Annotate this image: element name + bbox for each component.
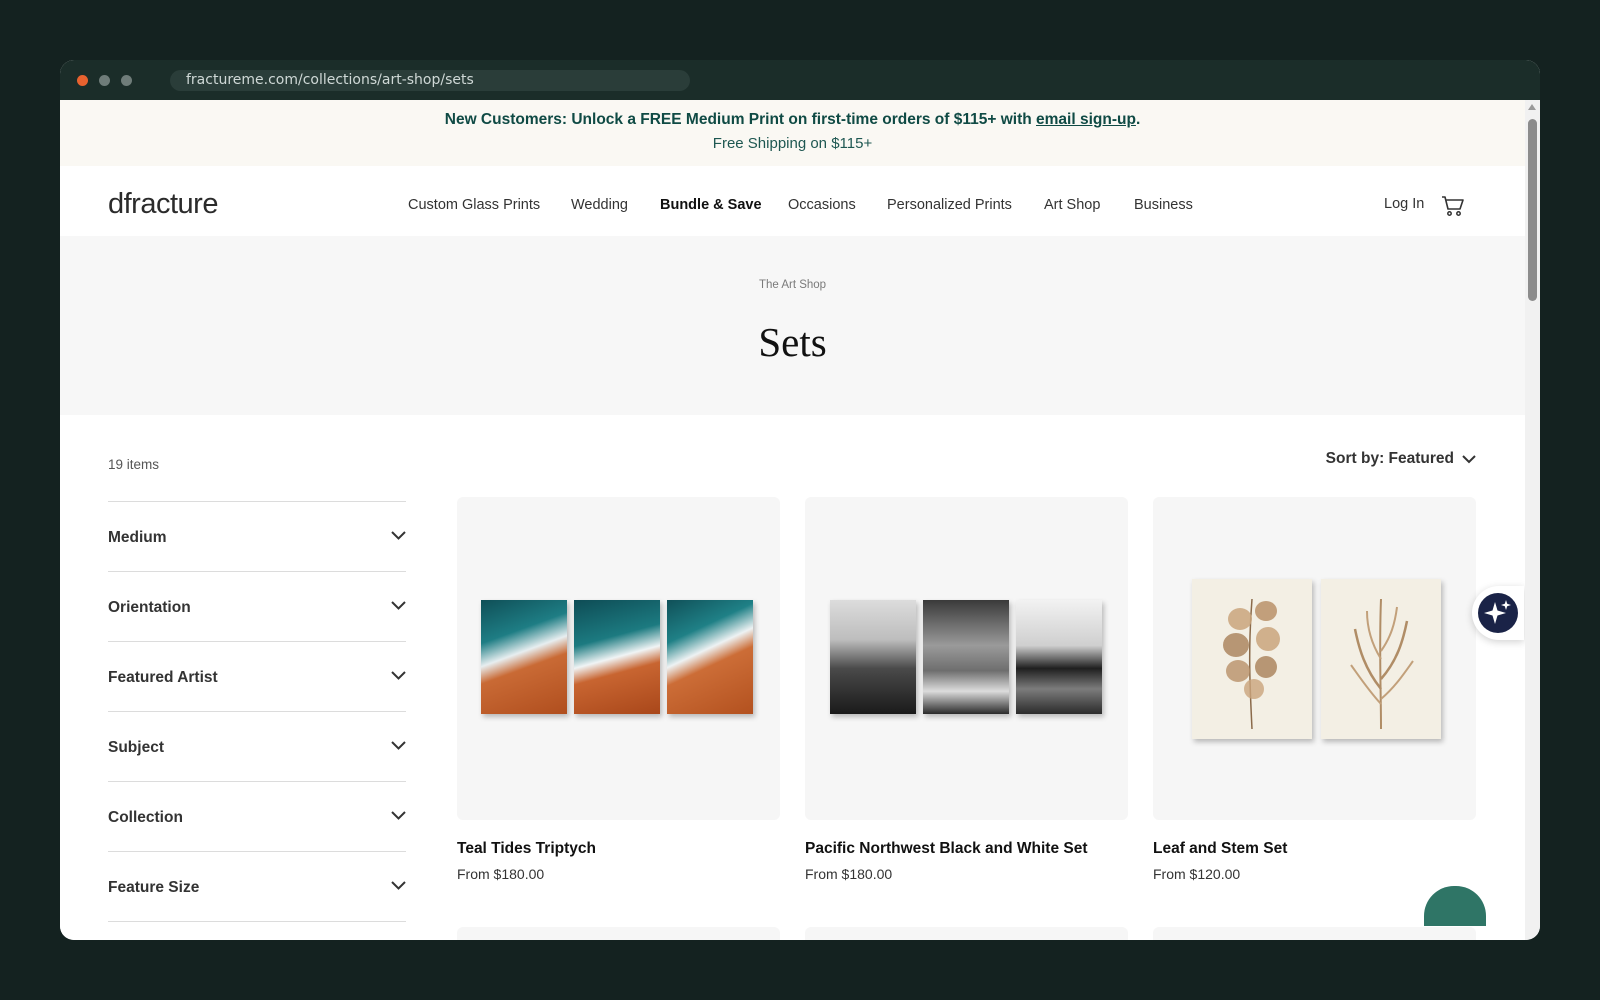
print-panel (1321, 579, 1441, 739)
sort-label: Sort by: Featured (1325, 450, 1454, 467)
minimize-window-button[interactable] (99, 75, 110, 86)
promo-banner: New Customers: Unlock a FREE Medium Prin… (60, 100, 1525, 166)
chevron-down-icon (1462, 454, 1476, 463)
chevron-down-icon (391, 531, 406, 540)
free-shipping-message: Free Shipping on $115+ (712, 135, 873, 152)
print-panel (481, 600, 567, 714)
print-panel (923, 600, 1009, 714)
filter-orientation[interactable]: Orientation (108, 571, 406, 641)
product-card[interactable]: Teal Tides Triptych From $180.00 (457, 497, 780, 882)
print-panel (574, 600, 660, 714)
scrollbar-thumb[interactable] (1528, 119, 1537, 301)
print-panel (1016, 600, 1102, 714)
stem-illustration (1350, 598, 1414, 730)
collection-content: 19 items Sort by: Featured Medium Orient… (60, 415, 1525, 940)
sparkle-icon (1484, 600, 1511, 624)
product-card[interactable]: Leaf and Stem Set From $120.00 (1153, 497, 1476, 882)
main-nav: dfracture Custom Glass Prints Wedding Bu… (60, 166, 1525, 236)
nav-wedding[interactable]: Wedding (571, 197, 628, 213)
sort-dropdown[interactable]: Sort by: Featured (1326, 450, 1476, 468)
maximize-window-button[interactable] (121, 75, 132, 86)
nav-art-shop[interactable]: Art Shop (1044, 197, 1100, 213)
collection-hero: The Art Shop Sets (60, 236, 1525, 415)
product-title[interactable]: Pacific Northwest Black and White Set (805, 840, 1128, 858)
scroll-up-arrow[interactable] (1528, 104, 1536, 110)
filter-collection[interactable]: Collection (108, 781, 406, 851)
filter-feature-size[interactable]: Feature Size (108, 851, 406, 921)
ai-assistant-button[interactable] (1472, 586, 1524, 640)
chevron-down-icon (391, 671, 406, 680)
product-card[interactable]: Pacific Northwest Black and White Set Fr… (805, 497, 1128, 882)
nav-links: Custom Glass Prints Wedding Bundle & Sav… (60, 166, 1525, 236)
product-card[interactable] (457, 927, 780, 940)
chevron-down-icon (391, 811, 406, 820)
product-image-pacific-northwest[interactable] (805, 497, 1128, 820)
promo-message: New Customers: Unlock a FREE Medium Prin… (444, 111, 1141, 128)
product-image-teal-tides[interactable] (457, 497, 780, 820)
cart-icon[interactable] (1441, 195, 1465, 217)
chevron-down-icon (391, 881, 406, 890)
breadcrumb[interactable]: The Art Shop (60, 279, 1525, 291)
product-card[interactable] (805, 927, 1128, 940)
nav-custom-glass-prints[interactable]: Custom Glass Prints (408, 197, 540, 213)
page-viewport: New Customers: Unlock a FREE Medium Prin… (60, 100, 1525, 940)
browser-chrome: fractureme.com/collections/art-shop/sets (60, 60, 1540, 100)
chevron-down-icon (391, 741, 406, 750)
item-count: 19 items (108, 457, 160, 472)
filter-subject[interactable]: Subject (108, 711, 406, 781)
product-image-leaf-and-stem[interactable] (1153, 497, 1476, 820)
chevron-down-icon (391, 601, 406, 610)
print-panel (1192, 579, 1312, 739)
nav-occasions[interactable]: Occasions (788, 197, 856, 213)
product-price: From $180.00 (457, 866, 545, 882)
email-signup-link[interactable]: email sign-up (1036, 111, 1136, 128)
print-panel (667, 600, 753, 714)
eucalyptus-illustration (1223, 598, 1280, 730)
browser-window: fractureme.com/collections/art-shop/sets… (60, 60, 1540, 940)
filter-medium[interactable]: Medium (108, 501, 406, 571)
product-card[interactable] (1153, 927, 1476, 940)
login-link[interactable]: Log In (1384, 196, 1424, 212)
product-price: From $120.00 (1153, 866, 1241, 882)
nav-personalized-prints[interactable]: Personalized Prints (887, 197, 1012, 213)
product-price: From $180.00 (805, 866, 893, 882)
scrollbar[interactable] (1525, 100, 1540, 940)
page-title: Sets (758, 319, 827, 365)
address-bar[interactable]: fractureme.com/collections/art-shop/sets (170, 70, 690, 91)
nav-bundle-save[interactable]: Bundle & Save (660, 197, 762, 213)
close-window-button[interactable] (77, 75, 88, 86)
assistant-badge (1478, 593, 1518, 633)
print-panel (830, 600, 916, 714)
product-title[interactable]: Leaf and Stem Set (1153, 840, 1476, 858)
product-title[interactable]: Teal Tides Triptych (457, 840, 780, 858)
filter-featured-artist[interactable]: Featured Artist (108, 641, 406, 711)
filter-sidebar: Medium Orientation Featured Artist Subje… (108, 501, 406, 923)
filter-divider (108, 921, 406, 923)
nav-business[interactable]: Business (1134, 197, 1193, 213)
